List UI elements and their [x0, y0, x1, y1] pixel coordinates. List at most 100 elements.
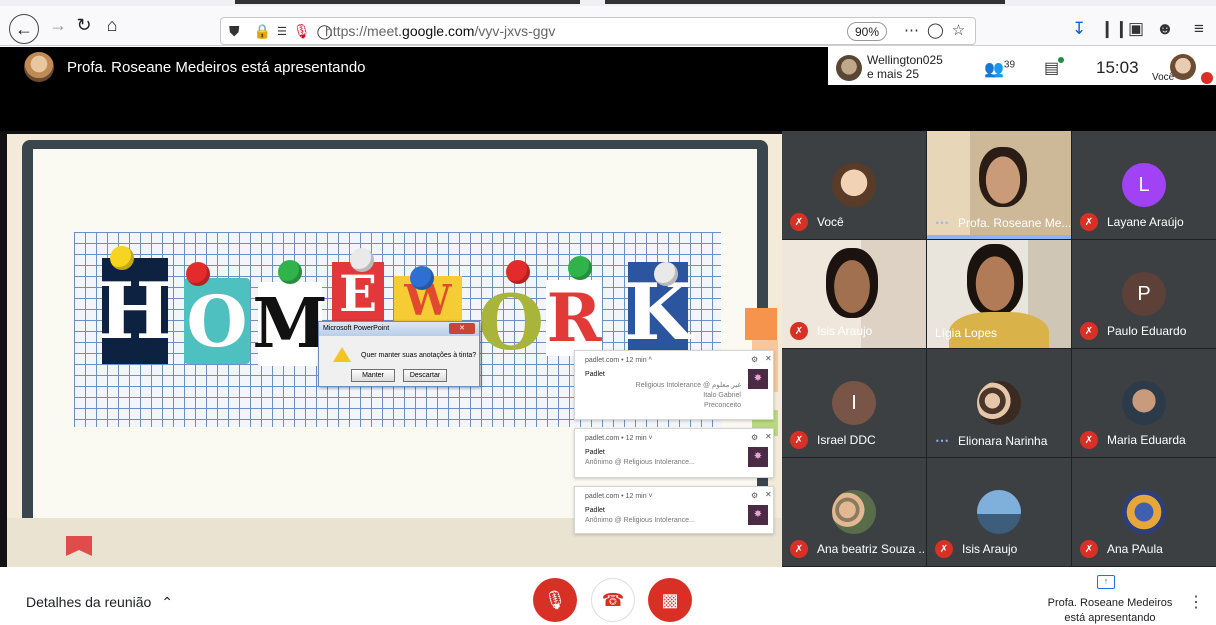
account-icon[interactable]: ☻	[1156, 19, 1174, 39]
reload-icon[interactable]: ↻	[72, 13, 96, 37]
gear-icon[interactable]: ⚙	[751, 491, 758, 500]
participant-avatar	[832, 163, 876, 207]
participant-avatar: L	[1122, 163, 1166, 207]
close-icon[interactable]: ✕	[765, 432, 772, 441]
participant-tile[interactable]: I ✗ Israel DDC	[782, 349, 926, 457]
speaking-indicator-icon: ⋯	[935, 214, 950, 230]
pushpin	[278, 260, 302, 284]
mic-off-icon: ✗	[1080, 213, 1098, 231]
participant-name: Profa. Roseane Me...	[958, 215, 1071, 230]
keep-button[interactable]: Manter	[351, 369, 395, 382]
url-bar[interactable]: ⛊ 🔒 ☰ 🎙 ◯ https://meet.google.com/vyv-jx…	[220, 17, 976, 45]
close-icon[interactable]: ✕	[765, 354, 772, 363]
lock-icon[interactable]: 🔒	[254, 23, 271, 40]
active-speaker-bar	[927, 235, 1071, 239]
pushpin	[186, 262, 210, 286]
mic-off-icon: ✗	[790, 431, 808, 449]
forward-icon[interactable]: →	[46, 13, 70, 37]
participant-name: Isis Araujo	[817, 324, 873, 338]
mic-toggle-button[interactable]: 🎙	[533, 578, 577, 622]
padlet-notification[interactable]: padlet.com • 12 min ˅ ⚙ ✕ Padlet Anônimo…	[574, 428, 774, 478]
padlet-notification[interactable]: padlet.com • 12 min ^ ⚙ ✕ Padlet Religio…	[574, 350, 774, 420]
participant-tile[interactable]: L ✗ Layane Araújo	[1072, 131, 1216, 239]
pushpin	[410, 266, 434, 290]
url-text[interactable]: https://meet.google.com/vyv-jxvs-ggv	[325, 23, 555, 39]
participant-name: Paulo Eduardo	[1107, 324, 1187, 338]
slide-decoration	[745, 308, 777, 340]
camera-toggle-button[interactable]: ▩	[648, 578, 692, 622]
chat-notification-dot	[1058, 57, 1064, 63]
gear-icon[interactable]: ⚙	[751, 433, 758, 442]
mic-off-icon: ✗	[790, 322, 808, 340]
close-icon[interactable]: ✕	[765, 490, 772, 499]
meeting-details-button[interactable]: Detalhes da reunião ⌃	[26, 594, 173, 611]
sidebar-icon[interactable]: ▣	[1128, 19, 1144, 39]
home-icon[interactable]: ⌂	[100, 13, 124, 37]
chat-icon[interactable]: ▤	[1044, 58, 1059, 78]
pocket-icon[interactable]: ◯	[927, 22, 952, 39]
participant-tile[interactable]: P ✗ Paulo Eduardo	[1072, 240, 1216, 348]
close-icon[interactable]: ✕	[449, 323, 475, 334]
powerpoint-dialog: Microsoft PowerPoint ✕ Quer manter suas …	[318, 321, 480, 387]
participant-tile[interactable]: ✗ Isis Araujo	[927, 458, 1071, 566]
notification-header: padlet.com • 12 min ˅	[585, 493, 653, 500]
participant-avatar[interactable]	[836, 55, 862, 81]
padlet-logo-icon: ✸	[748, 369, 768, 389]
microphone-icon[interactable]: 🎙	[293, 23, 311, 40]
participant-avatar	[1122, 381, 1166, 425]
slide-letter: O	[477, 277, 545, 367]
participant-name: Ana beatriz Souza ...	[817, 542, 926, 556]
people-icon[interactable]: 👥39	[984, 59, 1015, 79]
people-count: 39	[1003, 59, 1016, 71]
slide-letter: O	[184, 278, 250, 364]
participants-summary[interactable]: Wellington025 e mais 25	[867, 53, 943, 81]
participant-face	[979, 147, 1027, 207]
more-options-icon[interactable]: ⋮	[1188, 592, 1204, 612]
notification-header: padlet.com • 12 min ˅	[585, 435, 653, 442]
pushpin	[506, 260, 530, 284]
mic-off-icon: ✗	[790, 213, 808, 231]
star-icon[interactable]: ☆	[952, 22, 973, 39]
download-icon[interactable]: ↧	[1072, 19, 1086, 39]
participant-tile[interactable]: ⋯ Elionara Narinha	[927, 349, 1071, 457]
more-icon[interactable]: ⋯	[904, 22, 927, 39]
participant-tile[interactable]: ✗ Isis Araujo	[782, 240, 926, 348]
participant-tile[interactable]: ⋯ Profa. Roseane Me...	[927, 131, 1071, 239]
participant-tile[interactable]: Lígia Lopes	[927, 240, 1071, 348]
zoom-level[interactable]: 90%	[847, 22, 887, 41]
mic-off-icon	[1201, 72, 1213, 84]
meeting-clock: 15:03	[1096, 58, 1139, 77]
mic-off-icon: ✗	[935, 540, 953, 558]
shield-icon[interactable]: ⛊	[229, 23, 240, 40]
slide-letter: R	[546, 279, 602, 357]
presenter-avatar	[24, 52, 54, 82]
discard-button[interactable]: Descartar	[403, 369, 447, 382]
chevron-up-icon: ⌃	[161, 594, 173, 610]
mic-off-icon: ✗	[1080, 540, 1098, 558]
presenting-text: Profa. Roseane Medeiros está apresentand…	[67, 59, 366, 76]
padlet-notification[interactable]: padlet.com • 12 min ˅ ⚙ ✕ Padlet Anônimo…	[574, 486, 774, 534]
tab-indicator	[605, 0, 1005, 4]
participant-avatar	[1122, 490, 1166, 534]
mic-off-icon: 🎙	[543, 589, 567, 610]
permissions-icon[interactable]: ☰	[277, 25, 287, 38]
self-avatar[interactable]	[1170, 54, 1196, 80]
presenting-status[interactable]: Profa. Roseane Medeiros está apresentand…	[1040, 596, 1180, 625]
participant-tile[interactable]: ✗ Ana beatriz Souza ...	[782, 458, 926, 566]
gear-icon[interactable]: ⚙	[751, 355, 758, 364]
present-screen-icon[interactable]: ↑	[1097, 575, 1115, 589]
notification-body: Anônimo @ Religious Intolerance...	[585, 517, 695, 524]
hang-up-icon: ☎	[601, 589, 625, 610]
meet-window: ← → ↻ ⌂ ⛊ 🔒 ☰ 🎙 ◯ https://meet.google.co…	[0, 0, 1216, 625]
participant-avatar: P	[1122, 272, 1166, 316]
participant-tile[interactable]: ✗ Você	[782, 131, 926, 239]
menu-icon[interactable]: ≡	[1194, 19, 1204, 39]
library-icon[interactable]: ❙❙	[1100, 19, 1129, 39]
participant-tile[interactable]: ✗ Ana PAula	[1072, 458, 1216, 566]
notification-body: Religious Intolerance @ غير معلوم Italo …	[635, 382, 741, 409]
participant-tile[interactable]: ✗ Maria Eduarda	[1072, 349, 1216, 457]
leave-call-button[interactable]: ☎	[591, 578, 635, 622]
notification-header: padlet.com • 12 min ^	[585, 357, 652, 364]
notification-title: Padlet	[585, 507, 605, 514]
back-icon[interactable]: ←	[9, 14, 39, 44]
